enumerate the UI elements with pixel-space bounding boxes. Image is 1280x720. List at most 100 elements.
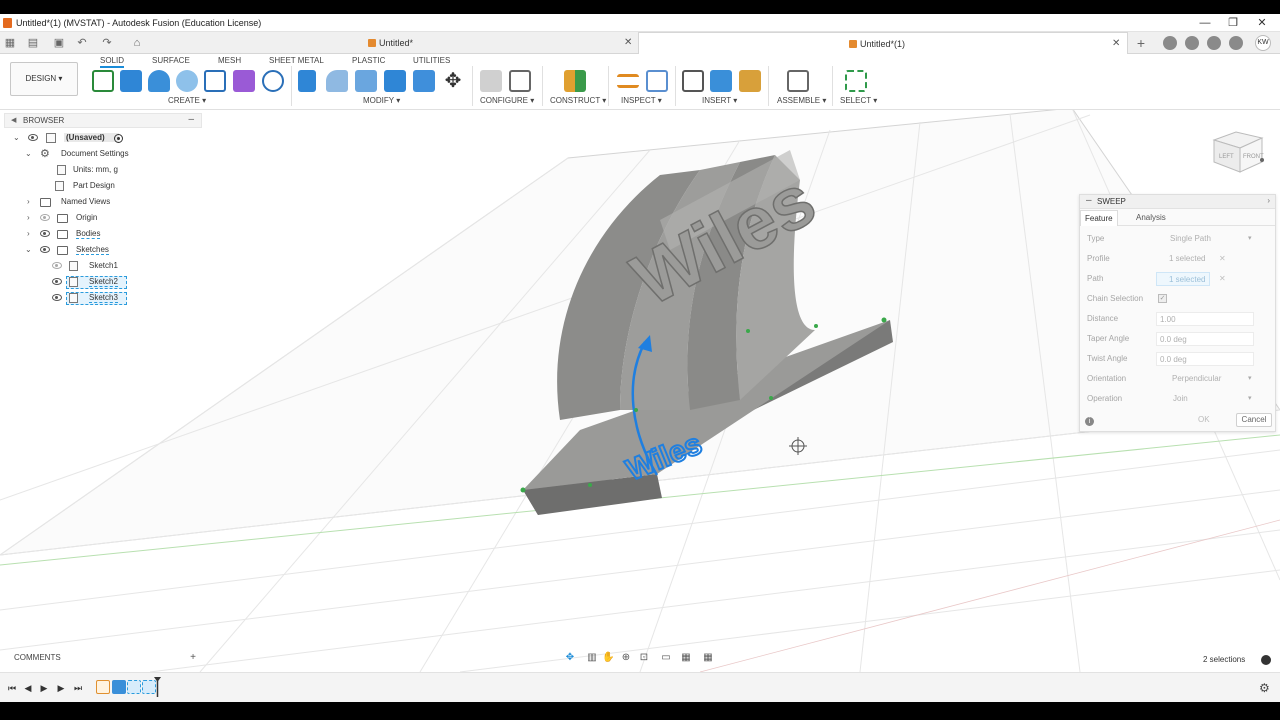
distance-input[interactable]: 1.00 bbox=[1156, 312, 1254, 326]
tab-untitled[interactable]: Untitled* ✕ bbox=[360, 32, 636, 54]
configure-rule-icon[interactable] bbox=[509, 70, 531, 92]
sweep-twist-row[interactable]: Twist Angle 0.0 deg bbox=[1080, 350, 1275, 368]
undo-icon[interactable]: ↶ bbox=[75, 36, 89, 50]
form-icon[interactable] bbox=[233, 70, 255, 92]
selection-filter-icon[interactable] bbox=[1261, 655, 1271, 665]
inspect-menu[interactable]: INSPECT ▾ bbox=[621, 96, 662, 105]
look-at-icon[interactable]: ▥ bbox=[586, 652, 598, 664]
workspace-switcher[interactable]: DESIGN ▾ bbox=[10, 62, 78, 96]
sweep-profile-row[interactable]: Profile 1 selected ✕ bbox=[1080, 250, 1275, 268]
chamfer-icon[interactable] bbox=[355, 70, 377, 92]
chevron-down-icon[interactable]: ⌄ bbox=[13, 133, 20, 142]
create-menu[interactable]: CREATE ▾ bbox=[168, 96, 206, 105]
shell-icon[interactable] bbox=[384, 70, 406, 92]
help-icon[interactable] bbox=[1229, 36, 1243, 50]
tab-solid[interactable]: SOLID bbox=[100, 56, 125, 68]
chevron-down-icon[interactable]: ⌄ bbox=[25, 245, 32, 254]
browser-panel-header[interactable]: ◀ BROWSER – bbox=[4, 113, 202, 128]
redo-icon[interactable]: ↷ bbox=[100, 36, 114, 50]
file-menu-icon[interactable]: ▤ bbox=[26, 36, 40, 50]
configure-table-icon[interactable] bbox=[480, 70, 502, 92]
hidden-eye-icon[interactable] bbox=[40, 214, 50, 221]
modify-menu[interactable]: MODIFY ▾ bbox=[363, 96, 400, 105]
insert-menu[interactable]: INSERT ▾ bbox=[702, 96, 737, 105]
timeline-next-icon[interactable]: ▶ bbox=[55, 682, 67, 694]
sweep-distance-row[interactable]: Distance 1.00 bbox=[1080, 310, 1275, 328]
tree-item-origin[interactable]: › Origin bbox=[0, 211, 200, 227]
collapse-dash-icon[interactable]: – bbox=[1086, 195, 1092, 206]
add-comment-icon[interactable]: + bbox=[190, 652, 196, 663]
press-pull-icon[interactable] bbox=[298, 70, 316, 92]
insert-mesh-icon[interactable] bbox=[739, 70, 761, 92]
minimize-panel-icon[interactable]: – bbox=[188, 114, 194, 125]
notifications-icon[interactable] bbox=[1207, 36, 1221, 50]
clear-x-icon[interactable]: ✕ bbox=[1219, 274, 1226, 283]
save-icon[interactable]: ▣ bbox=[52, 36, 66, 50]
new-tab-plus-icon[interactable]: + bbox=[1134, 36, 1148, 50]
extrude-icon[interactable] bbox=[120, 70, 142, 92]
home-icon[interactable]: ⌂ bbox=[130, 36, 144, 50]
expand-icon[interactable]: › bbox=[1267, 196, 1270, 205]
timeline-extrude-icon[interactable] bbox=[112, 680, 126, 694]
hidden-eye-icon[interactable] bbox=[52, 262, 62, 269]
timeline-sketch-icon[interactable] bbox=[127, 680, 141, 694]
info-icon[interactable]: i bbox=[1085, 417, 1094, 426]
profile-selector[interactable]: 1 selected bbox=[1156, 252, 1254, 266]
user-avatar[interactable]: KW bbox=[1255, 35, 1271, 51]
maximize-button[interactable]: ❐ bbox=[1218, 15, 1248, 31]
tree-item-named-views[interactable]: › Named Views bbox=[0, 195, 200, 211]
clear-x-icon[interactable]: ✕ bbox=[1219, 254, 1226, 263]
create-sketch-icon[interactable] bbox=[92, 70, 114, 92]
insert-image-icon[interactable] bbox=[710, 70, 732, 92]
path-selector[interactable]: 1 selected bbox=[1156, 272, 1210, 286]
operation-select[interactable]: Join bbox=[1156, 392, 1254, 406]
chevron-right-icon[interactable]: › bbox=[27, 197, 30, 206]
chevron-right-icon[interactable]: › bbox=[27, 213, 30, 222]
taper-angle-input[interactable]: 0.0 deg bbox=[1156, 332, 1254, 346]
grid-settings-icon[interactable]: ▦ bbox=[680, 652, 692, 664]
measure-icon[interactable] bbox=[617, 74, 639, 88]
fillet-icon[interactable] bbox=[326, 70, 348, 92]
collapse-triangle-icon[interactable]: ◀ bbox=[11, 116, 16, 124]
activate-radio-icon[interactable] bbox=[114, 134, 123, 143]
tree-item-part-design[interactable]: Part Design bbox=[0, 179, 200, 195]
tab-feature[interactable]: Feature bbox=[1080, 210, 1118, 226]
minimize-button[interactable]: — bbox=[1190, 15, 1220, 31]
zoom-icon[interactable]: ⊕ bbox=[620, 652, 632, 664]
tree-item-document-settings[interactable]: ⌄ ⚙ Document Settings bbox=[0, 147, 200, 163]
close-button[interactable]: ✕ bbox=[1247, 15, 1277, 31]
timeline-play-icon[interactable]: ▶ bbox=[38, 682, 50, 694]
timeline-marker[interactable] bbox=[154, 677, 161, 697]
tree-item-sketch3[interactable]: Sketch3 bbox=[0, 291, 200, 307]
apps-grid-icon[interactable]: ▦ bbox=[3, 36, 17, 50]
interference-icon[interactable] bbox=[646, 70, 668, 92]
cancel-button[interactable]: Cancel bbox=[1236, 413, 1272, 427]
visibility-eye-icon[interactable] bbox=[28, 134, 38, 141]
tab-close-icon[interactable]: ✕ bbox=[1112, 33, 1120, 55]
pan-icon[interactable]: ✋ bbox=[602, 652, 614, 664]
new-component-icon[interactable] bbox=[787, 70, 809, 92]
combine-icon[interactable] bbox=[413, 70, 435, 92]
chevron-right-icon[interactable]: › bbox=[27, 229, 30, 238]
type-select[interactable]: Single Path bbox=[1156, 232, 1254, 246]
chevron-down-icon[interactable]: ▾ bbox=[1248, 234, 1252, 242]
construct-menu[interactable]: CONSTRUCT ▾ bbox=[550, 96, 606, 105]
twist-angle-input[interactable]: 0.0 deg bbox=[1156, 352, 1254, 366]
timeline-settings-gear-icon[interactable]: ⚙ bbox=[1259, 681, 1270, 695]
timeline-sketch-icon[interactable] bbox=[96, 680, 110, 694]
view-cube[interactable]: LEFT FRONT bbox=[1208, 122, 1268, 178]
assemble-menu[interactable]: ASSEMBLE ▾ bbox=[777, 96, 826, 105]
tab-analysis[interactable]: Analysis bbox=[1132, 210, 1170, 226]
sweep-path-row[interactable]: Path 1 selected ✕ bbox=[1080, 270, 1275, 288]
extensions-icon[interactable] bbox=[1163, 36, 1177, 50]
chevron-down-icon[interactable]: ▾ bbox=[1248, 394, 1252, 402]
sweep-chain-row[interactable]: Chain Selection ✓ bbox=[1080, 290, 1275, 308]
sweep-type-row[interactable]: Type Single Path ▾ bbox=[1080, 230, 1275, 248]
construct-plane-icon[interactable] bbox=[564, 70, 586, 92]
tab-untitled-1[interactable]: Untitled*(1) ✕ bbox=[638, 32, 1128, 54]
ok-button[interactable]: OK bbox=[1198, 415, 1210, 424]
tab-mesh[interactable]: MESH bbox=[218, 56, 241, 65]
tree-item-root[interactable]: ⌄ (Unsaved) bbox=[0, 131, 200, 147]
tab-sheet-metal[interactable]: SHEET METAL bbox=[269, 56, 324, 65]
revolve-icon[interactable] bbox=[148, 70, 170, 92]
